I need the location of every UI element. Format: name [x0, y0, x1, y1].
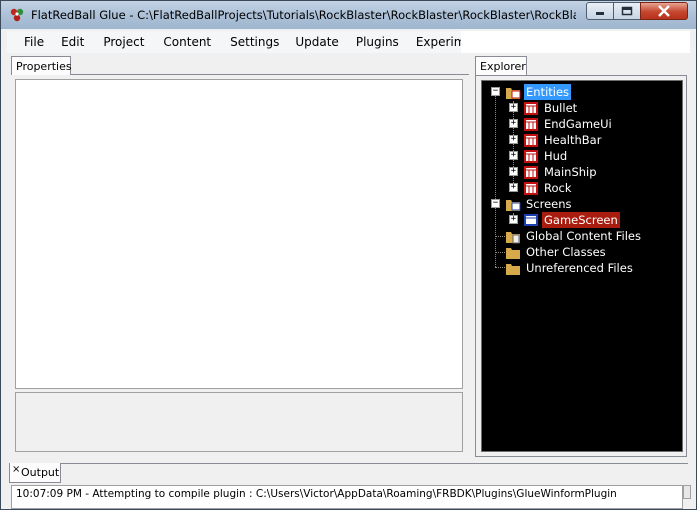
tree-expander-rock[interactable]: + — [509, 183, 518, 192]
tree-node-gamescreen[interactable]: GameScreen — [542, 212, 620, 228]
tree-branch-line — [495, 252, 505, 253]
menu-edit[interactable]: Edit — [54, 31, 91, 53]
menu-update[interactable]: Update — [286, 31, 345, 53]
tab-explorer[interactable]: Explorer — [475, 56, 527, 75]
tree-node-unreferenced[interactable]: Unreferenced Files — [524, 260, 635, 276]
entity-icon — [524, 102, 538, 115]
tree-expander-mainship[interactable]: + — [509, 167, 518, 176]
folder-screens-icon — [506, 200, 521, 211]
folder-entities-icon — [506, 88, 521, 99]
screen-icon — [524, 214, 538, 226]
property-grid[interactable] — [15, 79, 463, 389]
tree-node-bullet[interactable]: Bullet — [542, 100, 579, 116]
output-log[interactable]: 10:07:09 PM - Attempting to compile plug… — [11, 485, 683, 509]
title-bar[interactable]: FlatRedBall Glue - C:\FlatRedBallProject… — [1, 1, 696, 29]
menu-bar: File Edit Project Content Settings Updat… — [7, 31, 461, 53]
tree-expander-hud[interactable]: + — [509, 151, 518, 160]
tree-node-hud[interactable]: Hud — [542, 148, 569, 164]
tree-expander-endgameui[interactable]: + — [509, 119, 518, 128]
output-tab-strip-line — [61, 463, 688, 464]
tree-branch-line — [495, 236, 505, 237]
property-description-area — [15, 392, 463, 452]
tree-node-other-classes[interactable]: Other Classes — [524, 244, 608, 260]
folder-icon — [506, 264, 520, 275]
menu-content[interactable]: Content — [151, 31, 218, 53]
maximize-button[interactable] — [613, 2, 641, 20]
tree-expander-healthbar[interactable]: + — [509, 135, 518, 144]
window-title: FlatRedBall Glue - C:\FlatRedBallProject… — [31, 8, 576, 22]
explorer-tree[interactable]: − Entities + Bullet + EndGameUi + Health… — [481, 80, 683, 452]
menu-settings[interactable]: Settings — [218, 31, 286, 53]
tree-node-mainship[interactable]: MainShip — [542, 164, 599, 180]
entity-icon — [524, 166, 538, 179]
tree-node-screens[interactable]: Screens — [524, 196, 574, 212]
tree-node-global-content[interactable]: Global Content Files — [524, 228, 643, 244]
menu-project[interactable]: Project — [91, 31, 151, 53]
maximize-icon — [621, 6, 633, 16]
tree-expander-gamescreen[interactable]: + — [509, 215, 518, 224]
entity-icon — [524, 118, 538, 131]
global-content-icon — [506, 232, 520, 244]
menu-empty-area — [461, 31, 690, 53]
tree-root-guide — [495, 95, 496, 267]
tab-output[interactable]: × Output — [9, 463, 61, 483]
minimize-icon — [596, 12, 604, 15]
close-button[interactable] — [640, 2, 688, 20]
output-tab-label: Output — [21, 466, 60, 479]
glue-app-icon — [10, 8, 24, 22]
close-icon — [658, 5, 670, 17]
tree-branch-line — [495, 267, 505, 268]
output-scrollbar[interactable] — [683, 485, 691, 499]
tab-properties[interactable]: Properties — [11, 56, 72, 75]
tree-expander-entities[interactable]: − — [491, 87, 500, 96]
minimize-button[interactable] — [586, 2, 614, 20]
main-window: FlatRedBall Glue - C:\FlatRedBallProject… — [0, 0, 697, 510]
menu-file[interactable]: File — [7, 31, 54, 53]
folder-icon — [506, 248, 520, 259]
entity-icon — [524, 134, 538, 147]
menu-experimental[interactable]: Experimental — [406, 31, 461, 53]
output-log-line: 10:07:09 PM - Attempting to compile plug… — [16, 488, 617, 500]
tree-node-entities[interactable]: Entities — [524, 84, 572, 100]
entity-icon — [524, 150, 538, 163]
tree-node-endgameui[interactable]: EndGameUi — [542, 116, 614, 132]
tree-node-healthbar[interactable]: HealthBar — [542, 132, 603, 148]
close-output-icon[interactable]: × — [12, 464, 20, 475]
tree-expander-bullet[interactable]: + — [509, 103, 518, 112]
tree-expander-screens[interactable]: − — [491, 199, 500, 208]
menu-plugins[interactable]: Plugins — [346, 31, 406, 53]
tree-node-rock[interactable]: Rock — [542, 180, 574, 196]
entity-icon — [524, 182, 538, 195]
properties-tab-strip-line — [71, 74, 469, 75]
